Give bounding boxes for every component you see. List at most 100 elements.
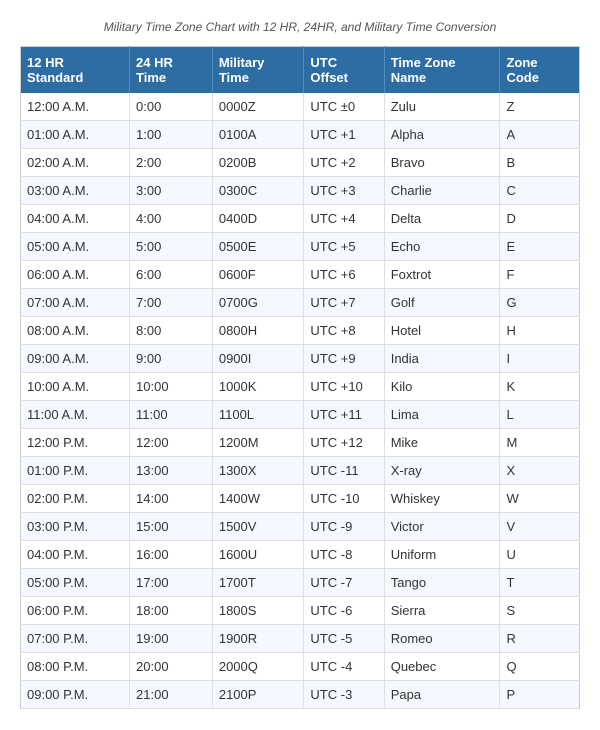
table-cell: 1400W xyxy=(212,485,304,513)
table-cell: I xyxy=(500,345,580,373)
table-cell: Foxtrot xyxy=(384,261,500,289)
table-cell: 2000Q xyxy=(212,653,304,681)
table-cell: X-ray xyxy=(384,457,500,485)
table-cell: 1800S xyxy=(212,597,304,625)
table-cell: 14:00 xyxy=(130,485,213,513)
table-cell: UTC -7 xyxy=(304,569,384,597)
table-cell: UTC -3 xyxy=(304,681,384,709)
table-cell: UTC +1 xyxy=(304,121,384,149)
table-cell: UTC +5 xyxy=(304,233,384,261)
table-cell: H xyxy=(500,317,580,345)
table-cell: UTC -11 xyxy=(304,457,384,485)
table-cell: 17:00 xyxy=(130,569,213,597)
table-cell: UTC +10 xyxy=(304,373,384,401)
table-cell: Alpha xyxy=(384,121,500,149)
table-cell: 20:00 xyxy=(130,653,213,681)
table-cell: L xyxy=(500,401,580,429)
table-cell: 04:00 A.M. xyxy=(21,205,130,233)
table-cell: UTC -9 xyxy=(304,513,384,541)
table-cell: 03:00 P.M. xyxy=(21,513,130,541)
table-row: 12:00 A.M.0:000000ZUTC ±0ZuluZ xyxy=(21,93,580,121)
table-cell: 0400D xyxy=(212,205,304,233)
table-cell: Lima xyxy=(384,401,500,429)
table-row: 10:00 A.M.10:001000KUTC +10KiloK xyxy=(21,373,580,401)
table-cell: 05:00 A.M. xyxy=(21,233,130,261)
table-cell: Tango xyxy=(384,569,500,597)
table-cell: Charlie xyxy=(384,177,500,205)
table-cell: Quebec xyxy=(384,653,500,681)
table-cell: E xyxy=(500,233,580,261)
table-row: 09:00 P.M.21:002100PUTC -3PapaP xyxy=(21,681,580,709)
table-cell: 18:00 xyxy=(130,597,213,625)
table-cell: 01:00 P.M. xyxy=(21,457,130,485)
table-cell: 4:00 xyxy=(130,205,213,233)
table-cell: Mike xyxy=(384,429,500,457)
table-cell: 02:00 A.M. xyxy=(21,149,130,177)
table-cell: 06:00 P.M. xyxy=(21,597,130,625)
table-row: 02:00 P.M.14:001400WUTC -10WhiskeyW xyxy=(21,485,580,513)
table-cell: 7:00 xyxy=(130,289,213,317)
table-cell: 09:00 A.M. xyxy=(21,345,130,373)
table-cell: S xyxy=(500,597,580,625)
table-row: 12:00 P.M.12:001200MUTC +12MikeM xyxy=(21,429,580,457)
table-row: 07:00 P.M.19:001900RUTC -5RomeoR xyxy=(21,625,580,653)
table-cell: 9:00 xyxy=(130,345,213,373)
table-cell: Delta xyxy=(384,205,500,233)
table-cell: UTC -8 xyxy=(304,541,384,569)
table-cell: UTC +3 xyxy=(304,177,384,205)
table-cell: Q xyxy=(500,653,580,681)
table-cell: 8:00 xyxy=(130,317,213,345)
table-cell: Uniform xyxy=(384,541,500,569)
table-cell: 07:00 P.M. xyxy=(21,625,130,653)
table-cell: UTC +7 xyxy=(304,289,384,317)
table-cell: 0100A xyxy=(212,121,304,149)
table-cell: 1600U xyxy=(212,541,304,569)
table-cell: K xyxy=(500,373,580,401)
table-cell: 07:00 A.M. xyxy=(21,289,130,317)
table-cell: 01:00 A.M. xyxy=(21,121,130,149)
table-row: 08:00 A.M.8:000800HUTC +8HotelH xyxy=(21,317,580,345)
table-cell: UTC +8 xyxy=(304,317,384,345)
table-cell: Golf xyxy=(384,289,500,317)
table-cell: 0700G xyxy=(212,289,304,317)
table-row: 04:00 P.M.16:001600UUTC -8UniformU xyxy=(21,541,580,569)
table-cell: UTC ±0 xyxy=(304,93,384,121)
table-cell: 08:00 P.M. xyxy=(21,653,130,681)
table-cell: 10:00 xyxy=(130,373,213,401)
table-cell: Echo xyxy=(384,233,500,261)
table-cell: 04:00 P.M. xyxy=(21,541,130,569)
table-row: 04:00 A.M.4:000400DUTC +4DeltaD xyxy=(21,205,580,233)
table-cell: U xyxy=(500,541,580,569)
table-cell: UTC +11 xyxy=(304,401,384,429)
table-cell: 11:00 xyxy=(130,401,213,429)
table-row: 03:00 A.M.3:000300CUTC +3CharlieC xyxy=(21,177,580,205)
table-cell: G xyxy=(500,289,580,317)
table-cell: 12:00 P.M. xyxy=(21,429,130,457)
table-cell: X xyxy=(500,457,580,485)
table-row: 07:00 A.M.7:000700GUTC +7GolfG xyxy=(21,289,580,317)
table-cell: Kilo xyxy=(384,373,500,401)
table-cell: V xyxy=(500,513,580,541)
table-cell: 16:00 xyxy=(130,541,213,569)
table-cell: Sierra xyxy=(384,597,500,625)
table-header-cell: Time Zone Name xyxy=(384,47,500,94)
table-cell: 1700T xyxy=(212,569,304,597)
table-row: 06:00 P.M.18:001800SUTC -6SierraS xyxy=(21,597,580,625)
table-cell: 0200B xyxy=(212,149,304,177)
table-cell: Bravo xyxy=(384,149,500,177)
table-cell: 10:00 A.M. xyxy=(21,373,130,401)
table-cell: India xyxy=(384,345,500,373)
table-cell: T xyxy=(500,569,580,597)
table-cell: UTC -4 xyxy=(304,653,384,681)
table-cell: 11:00 A.M. xyxy=(21,401,130,429)
table-cell: 0900I xyxy=(212,345,304,373)
table-cell: 13:00 xyxy=(130,457,213,485)
table-cell: 12:00 A.M. xyxy=(21,93,130,121)
table-cell: 0300C xyxy=(212,177,304,205)
table-cell: 1:00 xyxy=(130,121,213,149)
table-header-cell: UTC Offset xyxy=(304,47,384,94)
table-cell: 1900R xyxy=(212,625,304,653)
table-cell: 09:00 P.M. xyxy=(21,681,130,709)
table-cell: 1000K xyxy=(212,373,304,401)
table-cell: 6:00 xyxy=(130,261,213,289)
